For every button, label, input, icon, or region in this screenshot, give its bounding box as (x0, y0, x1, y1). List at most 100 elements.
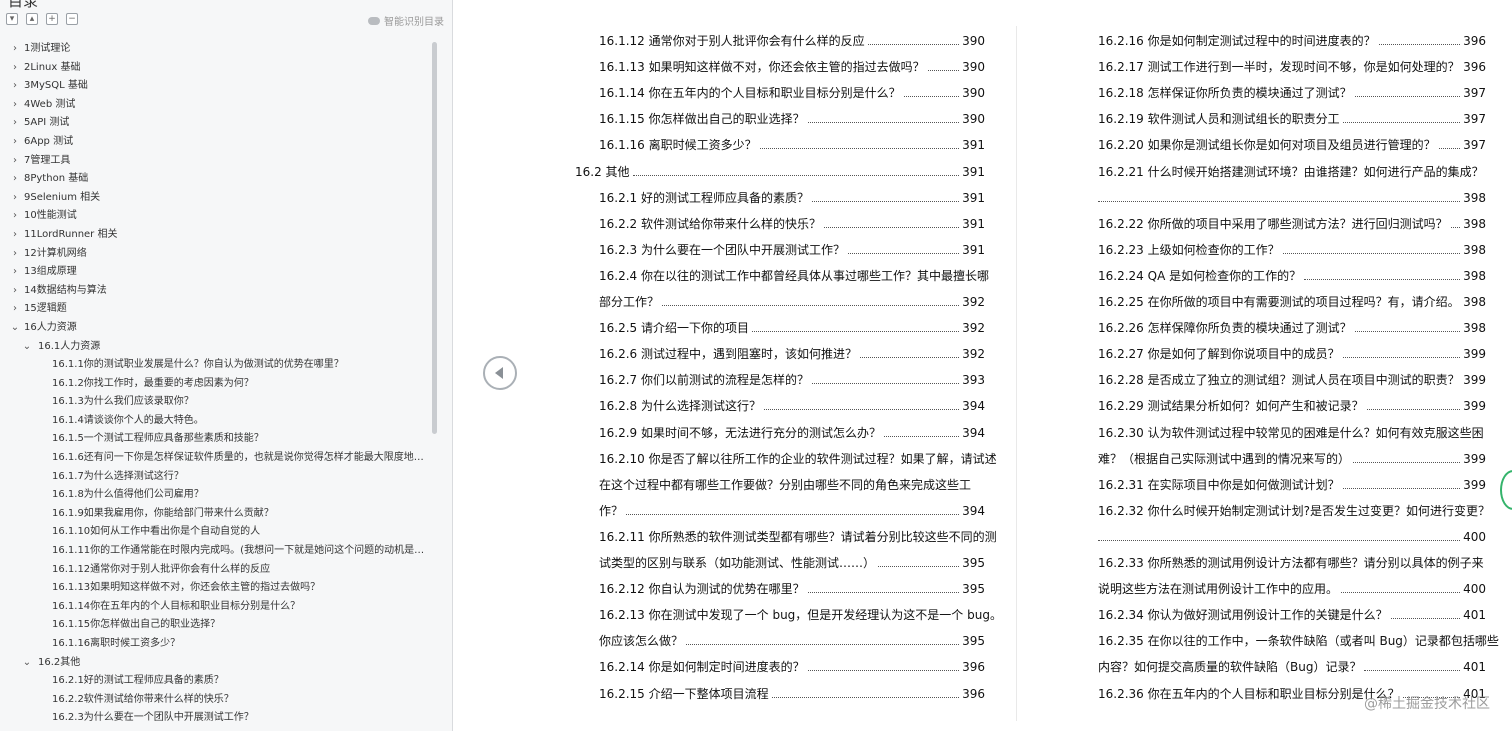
toc-item[interactable]: › 11LordRunner 相关 (0, 226, 430, 245)
toc-entry[interactable]: 16.2.7 你们以前测试的流程是怎样的？ 393 (575, 367, 985, 393)
toc-item[interactable]: 16.1.8为什么值得他们公司雇用？ (0, 486, 430, 505)
toc-item[interactable]: › 4Web 测试 (0, 96, 430, 115)
toc-entry[interactable]: 16.2.3 为什么要在一个团队中开展测试工作？ 391 (575, 237, 985, 263)
toc-item[interactable]: 16.1.3为什么我们应该录取你？ (0, 393, 430, 412)
toc-entry[interactable]: 内容？如何提交高质量的软件缺陷（Bug）记录？ 401 (1098, 654, 1486, 680)
toc-entry[interactable]: 16.1.13 如果明知这样做不对，你还会依主管的指过去做吗？ 390 (575, 54, 985, 80)
toc-entry[interactable]: 16.2.16 你是如何制定测试过程中的时间进度表的？ 396 (1098, 28, 1486, 54)
toc-entry[interactable]: 在这个过程中都有哪些工作要做？分别由哪些不同的角色来完成这些工 (575, 472, 985, 498)
toc-entry[interactable]: 16.2.12 你自认为测试的优势在哪里？ 395 (575, 576, 985, 602)
toc-entry[interactable]: 16.2.34 你认为做好测试用例设计工作的关键是什么？ 401 (1098, 602, 1486, 628)
chevron-right-icon[interactable]: › (10, 59, 20, 78)
toc-item[interactable]: › 9Selenium 相关 (0, 189, 430, 208)
toc-entry[interactable]: 难？（根据自己实际测试中遇到的情况来写的） 399 (1098, 446, 1486, 472)
toc-entry[interactable]: 16.2.18 怎样保证你所负责的模块通过了测试？ 397 (1098, 80, 1486, 106)
toc-scrollbar[interactable] (432, 42, 437, 434)
chevron-right-icon[interactable]: › (10, 114, 20, 133)
toc-entry[interactable]: 16.2.8 为什么选择测试这行？ 394 (575, 393, 985, 419)
toc-item[interactable]: › 7管理工具 (0, 152, 430, 171)
chevron-right-icon[interactable]: › (10, 170, 20, 189)
toc-entry[interactable]: 16.2.4 你在以往的测试工作中都曾经具体从事过哪些工作？其中最擅长哪 (575, 263, 989, 289)
chevron-right-icon[interactable]: › (10, 77, 20, 96)
chevron-right-icon[interactable]: › (10, 207, 20, 226)
chevron-right-icon[interactable]: › (10, 189, 20, 208)
toc-item[interactable]: 16.1.7为什么选择测试这行？ (0, 468, 430, 487)
chevron-right-icon[interactable]: › (10, 282, 20, 301)
smart-toc-button[interactable]: 智能识别目录 (368, 13, 444, 28)
toc-entry[interactable]: 16.2.21 什么时候开始搭建测试环境？由谁搭建？如何进行产品的集成？ (1098, 159, 1486, 185)
toc-entry[interactable]: 16.2.30 认为软件测试过程中较常见的困难是什么？如何有效克服这些困 (1098, 420, 1486, 446)
toc-item[interactable]: 16.1.1你的测试职业发展是什么？你自认为做测试的优势在哪里？ (0, 356, 430, 375)
toc-entry[interactable]: 16.2.25 在你所做的项目中有需要测试的项目过程吗？有，请介绍。 398 (1098, 289, 1486, 315)
expand-all-icon[interactable]: ▴ (26, 13, 38, 25)
toc-entry[interactable]: 16.2.23 上级如何检查你的工作？ 398 (1098, 237, 1486, 263)
toc-entry[interactable]: 16.2.32 你什么时候开始制定测试计划?是否发生过变更？如何进行变更？ (1098, 498, 1490, 524)
toc-entry[interactable]: 16.2.35 在你以往的工作中，一条软件缺陷（或者叫 Bug）记录都包括哪些 (1098, 628, 1499, 654)
toc-item[interactable]: › 14数据结构与算法 (0, 282, 430, 301)
toc-item[interactable]: 16.1.16离职时候工资多少？ (0, 635, 430, 654)
toc-entry[interactable]: 16.2.27 你是如何了解到你说项目中的成员？ 399 (1098, 341, 1486, 367)
toc-item[interactable]: 16.2.1好的测试工程师应具备的素质？ (0, 672, 430, 691)
toc-item[interactable]: › 15逻辑题 (0, 300, 430, 319)
toc-entry[interactable]: 16.1.15 你怎样做出自己的职业选择？ 390 (575, 106, 985, 132)
chevron-right-icon[interactable]: › (10, 226, 20, 245)
toc-item[interactable]: › 5API 测试 (0, 114, 430, 133)
toc-entry[interactable]: 16.2.31 在实际项目中你是如何做测试计划？ 399 (1098, 472, 1486, 498)
toc-entry[interactable]: 16.2.6 测试过程中，遇到阻塞时，该如何推进？ 392 (575, 341, 985, 367)
toc-item[interactable]: 16.1.11你的工作通常能在时限内完成吗。(我想问一下就是她问这个问题的动机是… (0, 542, 430, 561)
toc-entry[interactable]: 试类型的区别与联系（如功能测试、性能测试……） 395 (575, 550, 985, 576)
toc-item[interactable]: 16.2.2软件测试给你带来什么样的快乐？ (0, 691, 430, 710)
toc-entry[interactable]: 16.1.16 离职时候工资多少？ 391 (575, 132, 985, 158)
toc-entry[interactable]: 16.2.5 请介绍一下你的项目 392 (575, 315, 985, 341)
chevron-down-icon[interactable]: ⌄ (10, 319, 20, 338)
toc-item[interactable]: ⌄ 16人力资源 (0, 319, 430, 338)
collapse-all-icon[interactable]: ▾ (6, 13, 18, 25)
toc-entry[interactable]: 作？ 394 (575, 498, 985, 524)
toc-entry[interactable]: 16.2.9 如果时间不够，无法进行充分的测试怎么办？ 394 (575, 420, 985, 446)
toc-item[interactable]: 16.1.12通常你对于别人批评你会有什么样的反应 (0, 561, 430, 580)
chevron-right-icon[interactable]: › (10, 40, 20, 59)
toc-item[interactable]: › 1测试理论 (0, 40, 430, 59)
toc-entry[interactable]: 16.2 其他 391 (575, 159, 985, 185)
add-bookmark-icon[interactable]: + (46, 13, 58, 25)
toc-item[interactable]: › 6App 测试 (0, 133, 430, 152)
toc-item[interactable]: › 2Linux 基础 (0, 59, 430, 78)
toc-item[interactable]: › 10性能测试 (0, 207, 430, 226)
chevron-right-icon[interactable]: › (10, 300, 20, 319)
toc-item[interactable]: ⌄ 16.1人力资源 (0, 338, 430, 357)
chevron-down-icon[interactable]: ⌄ (22, 338, 32, 357)
chevron-right-icon[interactable]: › (10, 263, 20, 282)
previous-page-button[interactable] (483, 356, 517, 390)
toc-item[interactable]: › 12计算机网络 (0, 245, 430, 264)
toc-entry[interactable]: 16.2.28 是否成立了独立的测试组？测试人员在项目中测试的职责？ 399 (1098, 367, 1486, 393)
toc-item[interactable]: 16.1.14你在五年内的个人目标和职业目标分别是什么？ (0, 598, 430, 617)
chevron-right-icon[interactable]: › (10, 96, 20, 115)
toc-entry[interactable]: 16.2.22 你所做的项目中采用了哪些测试方法？进行回归测试吗？ 398 (1098, 211, 1486, 237)
toc-entry[interactable]: 16.2.17 测试工作进行到一半时，发现时间不够，你是如何处理的？ 396 (1098, 54, 1486, 80)
toc-item[interactable]: 16.1.4请谈谈你个人的最大特色。 (0, 412, 430, 431)
toc-entry[interactable]: 16.2.29 测试结果分析如何？如何产生和被记录？ 399 (1098, 393, 1486, 419)
toc-entry[interactable]: 16.2.13 你在测试中发现了一个 bug，但是开发经理认为这不是一个 bug… (575, 602, 1002, 628)
toc-item[interactable]: 16.1.15你怎样做出自己的职业选择？ (0, 616, 430, 635)
toc-entry[interactable]: 说明这些方法在测试用例设计工作中的应用。 400 (1098, 576, 1486, 602)
toc-entry[interactable]: 400 (1098, 524, 1486, 550)
chevron-down-icon[interactable]: ⌄ (22, 654, 32, 673)
toc-entry[interactable]: 16.2.14 你是如何制定时间进度表的？ 396 (575, 654, 985, 680)
toc-entry[interactable]: 16.2.2 软件测试给你带来什么样的快乐？ 391 (575, 211, 985, 237)
toc-item[interactable]: 16.1.6还有问一下你是怎样保证软件质量的，也就是说你觉得怎样才能最大限度地… (0, 449, 430, 468)
toc-item[interactable]: › 3MySQL 基础 (0, 77, 430, 96)
toc-entry[interactable]: 16.2.1 好的测试工程师应具备的素质？ 391 (575, 185, 985, 211)
toc-entry[interactable]: 16.2.33 你所熟悉的测试用例设计方法都有哪些？请分别以具体的例子来 (1098, 550, 1486, 576)
remove-bookmark-icon[interactable]: − (66, 13, 78, 25)
toc-entry[interactable]: 16.1.14 你在五年内的个人目标和职业目标分别是什么？ 390 (575, 80, 985, 106)
chevron-right-icon[interactable]: › (10, 133, 20, 152)
toc-entry[interactable]: 16.2.26 怎样保障你所负责的模块通过了测试？ 398 (1098, 315, 1486, 341)
toc-entry[interactable]: 398 (1098, 185, 1486, 211)
toc-entry[interactable]: 部分工作？ 392 (575, 289, 985, 315)
floating-assistant-icon[interactable] (1500, 470, 1512, 510)
toc-entry[interactable]: 16.2.15 介绍一下整体项目流程 396 (575, 681, 985, 707)
toc-item[interactable]: 16.2.3为什么要在一个团队中开展测试工作？ (0, 709, 430, 728)
toc-entry[interactable]: 16.2.20 如果你是测试组长你是如何对项目及组员进行管理的？ 397 (1098, 132, 1486, 158)
chevron-right-icon[interactable]: › (10, 152, 20, 171)
toc-entry[interactable]: 16.2.11 你所熟悉的软件测试类型都有哪些？请试着分别比较这些不同的测 (575, 524, 997, 550)
